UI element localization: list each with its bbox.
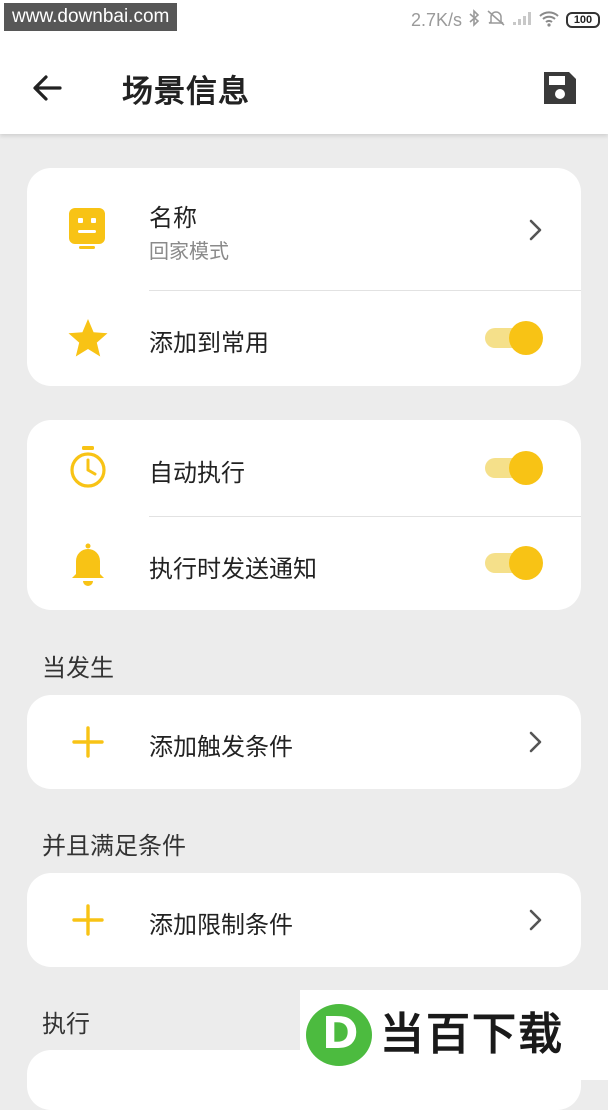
action-section-title: 执行: [42, 1010, 90, 1038]
add-trigger-label: 添加触发条件: [149, 733, 293, 761]
star-icon: [65, 316, 111, 362]
favorite-toggle[interactable]: [485, 321, 543, 355]
stopwatch-icon: [65, 445, 111, 491]
add-trigger-row[interactable]: 添加触发条件: [27, 695, 581, 789]
favorite-label: 添加到常用: [149, 329, 269, 357]
status-icons: 2.7K/s 100: [411, 8, 600, 32]
condition-section-title: 并且满足条件: [42, 832, 186, 860]
chevron-right-icon: [525, 218, 545, 242]
brand-watermark: D 当百下载: [300, 990, 608, 1080]
page-title: 场景信息: [122, 74, 250, 110]
wifi-icon: [538, 9, 560, 32]
name-row[interactable]: 名称 回家模式: [27, 168, 581, 290]
bluetooth-icon: [468, 8, 480, 32]
chevron-right-icon: [525, 908, 545, 932]
execution-card: 自动执行 执行时发送通知: [27, 420, 581, 610]
robot-face-icon: [65, 205, 111, 251]
name-label: 名称: [149, 204, 197, 232]
back-button[interactable]: [28, 68, 68, 108]
add-condition-label: 添加限制条件: [149, 911, 293, 939]
toggle-knob: [509, 321, 543, 355]
name-value: 回家模式: [149, 239, 229, 263]
top-bar: www.downbai.com 2.7K/s 100 场景信息: [0, 0, 608, 134]
arrow-left-icon: [33, 75, 62, 101]
scene-basic-card: 名称 回家模式 添加到常用: [27, 168, 581, 386]
condition-card: 添加限制条件: [27, 873, 581, 967]
trigger-section-title: 当发生: [42, 654, 114, 682]
brand-watermark-text: 当百下载: [380, 1009, 564, 1060]
notify-toggle[interactable]: [485, 546, 543, 580]
plus-icon: [65, 719, 111, 765]
plus-icon: [65, 897, 111, 943]
auto-run-toggle[interactable]: [485, 451, 543, 485]
notify-row: 执行时发送通知: [27, 517, 581, 610]
signal-icon: [512, 10, 532, 31]
add-condition-row[interactable]: 添加限制条件: [27, 873, 581, 967]
battery-icon: 100: [566, 12, 600, 28]
site-watermark: www.downbai.com: [4, 3, 178, 31]
app-header: 场景信息: [0, 40, 608, 134]
favorite-row: 添加到常用: [27, 291, 581, 386]
chevron-right-icon: [525, 730, 545, 754]
trigger-card: 添加触发条件: [27, 695, 581, 789]
mute-bell-icon: [486, 9, 506, 32]
save-button[interactable]: [540, 68, 580, 108]
toggle-knob: [509, 546, 543, 580]
notify-label: 执行时发送通知: [149, 555, 317, 583]
brand-logo-letter: D: [322, 1008, 359, 1059]
network-speed: 2.7K/s: [410, 9, 462, 30]
toggle-knob: [509, 451, 543, 485]
floppy-disk-icon: [544, 72, 576, 104]
bell-icon: [65, 541, 111, 587]
status-bar: www.downbai.com 2.7K/s 100: [0, 0, 608, 40]
auto-run-row: 自动执行: [27, 420, 581, 516]
auto-run-label: 自动执行: [149, 459, 245, 487]
